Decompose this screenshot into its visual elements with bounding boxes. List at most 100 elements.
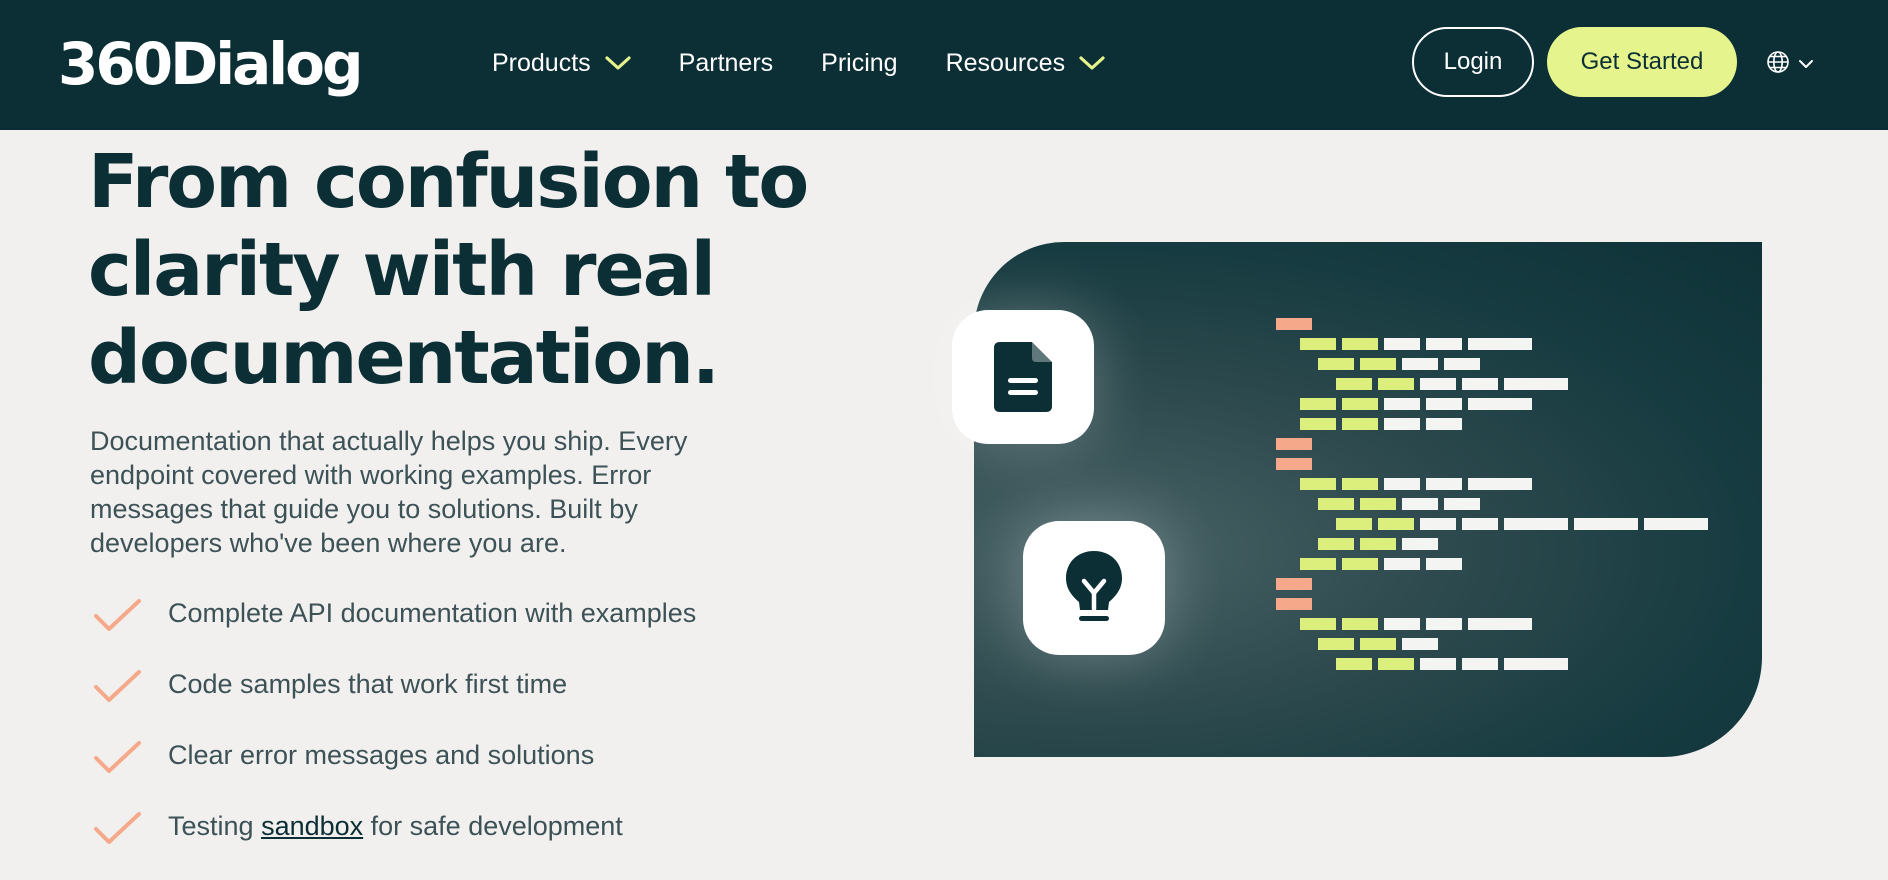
document-icon xyxy=(994,342,1052,412)
code-line-segment xyxy=(1444,498,1480,510)
code-line-segment xyxy=(1468,338,1532,350)
main-nav: Products Partners Pricing Resources xyxy=(492,42,1153,84)
chevron-down-icon xyxy=(605,55,631,71)
feature-text: Testing sandbox for safe development xyxy=(168,809,623,843)
feature-list: Complete API documentation with examples… xyxy=(92,596,696,880)
code-line-segment xyxy=(1276,578,1312,590)
code-lines-graphic xyxy=(1276,318,1708,670)
nav-item-label: Products xyxy=(492,48,591,77)
code-line-segment xyxy=(1462,658,1498,670)
lightbulb-card xyxy=(1023,521,1165,655)
login-button[interactable]: Login xyxy=(1412,27,1534,97)
code-line-segment xyxy=(1402,498,1438,510)
code-line-segment xyxy=(1360,358,1396,370)
code-line-segment xyxy=(1426,558,1462,570)
brand-logo[interactable]: 360Dialog xyxy=(58,24,363,104)
code-line-segment xyxy=(1426,418,1462,430)
feature-text: Clear error messages and solutions xyxy=(168,740,595,770)
hero-title-line: From confusion to xyxy=(88,139,809,225)
code-line-segment xyxy=(1360,538,1396,550)
code-illustration-panel xyxy=(974,242,1762,757)
check-icon xyxy=(94,812,141,844)
code-line-segment xyxy=(1420,518,1456,530)
globe-icon xyxy=(1766,50,1790,79)
code-line-segment xyxy=(1318,638,1354,650)
code-line-segment xyxy=(1300,418,1336,430)
code-line-segment xyxy=(1644,518,1708,530)
code-line-segment xyxy=(1444,358,1480,370)
list-item: Complete API documentation with examples xyxy=(92,596,696,667)
code-line-segment xyxy=(1342,418,1378,430)
code-line-segment xyxy=(1504,658,1568,670)
lightbulb-icon xyxy=(1066,551,1122,621)
code-line-segment xyxy=(1318,358,1354,370)
feature-text-after: for safe development xyxy=(363,811,623,841)
code-line-segment xyxy=(1384,618,1420,630)
code-line-segment xyxy=(1276,598,1312,610)
code-line-segment xyxy=(1300,618,1336,630)
code-line-segment xyxy=(1276,458,1312,470)
code-line-segment xyxy=(1318,498,1354,510)
nav-item-pricing[interactable]: Pricing xyxy=(821,49,897,78)
code-line-segment xyxy=(1462,518,1498,530)
get-started-button[interactable]: Get Started xyxy=(1547,27,1737,97)
nav-item-label: Partners xyxy=(678,48,774,77)
hero-title: From confusion to clarity with real docu… xyxy=(88,138,848,402)
nav-item-products[interactable]: Products xyxy=(492,49,631,78)
check-icon xyxy=(94,741,141,773)
feature-text: Complete API documentation with examples xyxy=(168,598,697,628)
check-icon xyxy=(94,670,141,702)
feature-text: Code samples that work first time xyxy=(168,669,568,699)
hero-title-line: clarity with real xyxy=(88,227,716,313)
list-item: Code samples that work first time xyxy=(92,667,696,738)
code-line-segment xyxy=(1342,478,1378,490)
code-line-segment xyxy=(1504,518,1568,530)
code-line-segment xyxy=(1384,558,1420,570)
list-item: Testing sandbox for safe development xyxy=(92,809,696,880)
hero-title-line: documentation. xyxy=(88,315,720,401)
code-line-segment xyxy=(1300,398,1336,410)
code-line-segment xyxy=(1462,378,1498,390)
code-line-segment xyxy=(1342,398,1378,410)
code-line-segment xyxy=(1468,478,1532,490)
code-line-segment xyxy=(1276,318,1312,330)
code-line-segment xyxy=(1420,658,1456,670)
code-line-segment xyxy=(1384,338,1420,350)
code-line-segment xyxy=(1426,618,1462,630)
check-icon xyxy=(94,599,141,631)
code-line-segment xyxy=(1426,338,1462,350)
code-line-segment xyxy=(1342,558,1378,570)
code-line-segment xyxy=(1504,378,1568,390)
code-line-segment xyxy=(1336,658,1372,670)
code-line-segment xyxy=(1336,518,1372,530)
code-line-segment xyxy=(1384,418,1420,430)
nav-item-label: Resources xyxy=(945,48,1066,77)
code-line-segment xyxy=(1300,558,1336,570)
nav-item-label: Pricing xyxy=(821,48,898,77)
code-line-segment xyxy=(1402,538,1438,550)
list-item: Clear error messages and solutions xyxy=(92,738,696,809)
code-line-segment xyxy=(1402,358,1438,370)
code-line-segment xyxy=(1384,478,1420,490)
code-line-segment xyxy=(1360,498,1396,510)
code-line-segment xyxy=(1420,378,1456,390)
document-card xyxy=(952,310,1094,444)
language-selector[interactable] xyxy=(1766,50,1814,79)
code-line-segment xyxy=(1574,518,1638,530)
nav-item-partners[interactable]: Partners xyxy=(679,49,773,78)
code-line-segment xyxy=(1300,478,1336,490)
code-line-segment xyxy=(1276,438,1312,450)
code-line-segment xyxy=(1318,538,1354,550)
code-line-segment xyxy=(1468,398,1532,410)
top-navigation-bar: 360Dialog Products Partners Pricing Reso… xyxy=(0,0,1888,130)
code-line-segment xyxy=(1378,658,1414,670)
code-line-segment xyxy=(1426,478,1462,490)
sandbox-link[interactable]: sandbox xyxy=(261,811,363,841)
chevron-down-icon xyxy=(1079,55,1105,71)
code-line-segment xyxy=(1384,398,1420,410)
code-line-segment xyxy=(1300,338,1336,350)
code-line-segment xyxy=(1336,378,1372,390)
hero-description: Documentation that actually helps you sh… xyxy=(90,426,688,558)
nav-item-resources[interactable]: Resources xyxy=(946,49,1106,78)
code-line-segment xyxy=(1342,618,1378,630)
